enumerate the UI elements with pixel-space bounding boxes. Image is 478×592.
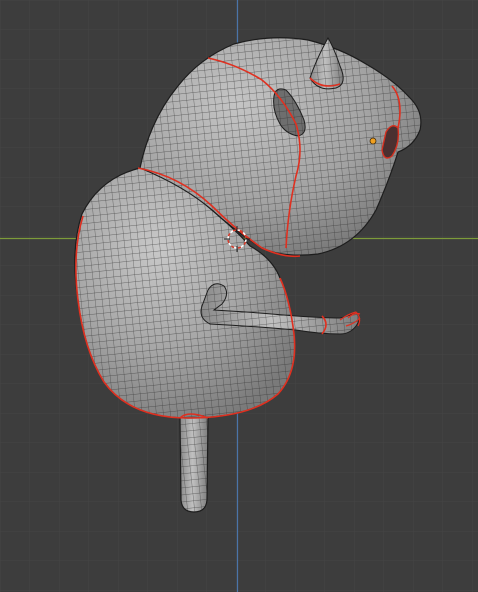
mesh-tail-wire	[180, 410, 208, 512]
3d-viewport[interactable]	[0, 0, 478, 592]
object-origin[interactable]	[369, 137, 377, 145]
